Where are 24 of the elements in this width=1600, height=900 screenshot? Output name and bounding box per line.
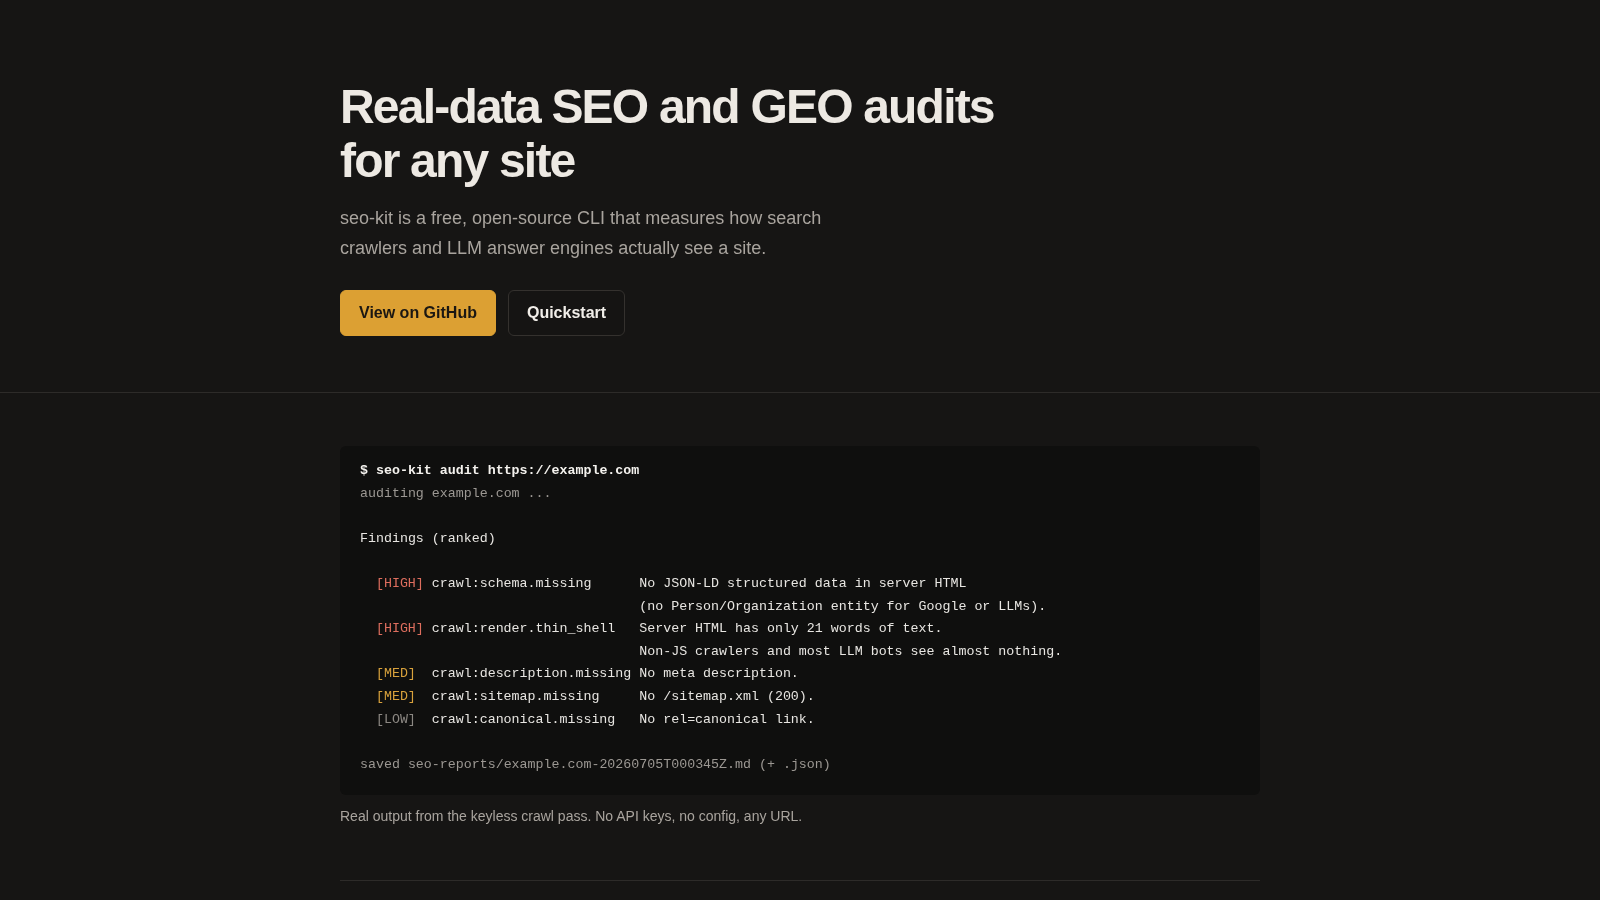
finding-message: Server HTML has only 21 words of text. Non-JS crawlers and most LLM bots see almost nothing.: [639, 620, 1063, 661]
severity-label: [MED]: [375, 665, 416, 684]
rule-id: crawl:description.missing: [431, 665, 632, 684]
hero-title: Real-data SEO and GEO audits for any site: [340, 80, 995, 188]
severity-label: [HIGH]: [375, 574, 424, 593]
finding-message: No meta description.: [639, 665, 799, 684]
findings-heading: Findings (ranked): [360, 529, 497, 548]
github-button[interactable]: View on GitHub: [340, 290, 496, 336]
command-line: $ seo-kit audit https://example.com: [360, 462, 641, 480]
severity-label: [MED]: [375, 687, 416, 706]
rule-id: crawl:schema.missing: [431, 574, 592, 593]
severity-label: [HIGH]: [375, 620, 424, 639]
severity-label: [LOW]: [375, 710, 416, 729]
hero-subtitle: seo-kit is a free, open-source CLI that measures how search crawlers and LLM answer engines actually see a site.: [340, 207, 823, 260]
rule-id: crawl:render.thin_shell: [431, 620, 616, 639]
finding-message: No rel=canonical link.: [639, 710, 815, 729]
status-line: auditing example.com ...: [360, 484, 553, 503]
finding-message: No /sitemap.xml (200).: [639, 687, 815, 706]
caption-text: Real output from the keyless crawl pass. No API keys, no config, any URL.: [340, 807, 804, 827]
finding-message: No JSON-LD structured data in server HTML (no Person/Organization entity for Google or LLMs).: [639, 574, 1047, 616]
rule-id: crawl:sitemap.missing: [431, 687, 600, 706]
saved-report-line: saved seo-reports/example.com-20260705T000345Z.md (+ .json): [360, 755, 832, 774]
quickstart-button[interactable]: Quickstart: [507, 290, 626, 336]
rule-id: crawl:canonical.missing: [431, 710, 616, 729]
